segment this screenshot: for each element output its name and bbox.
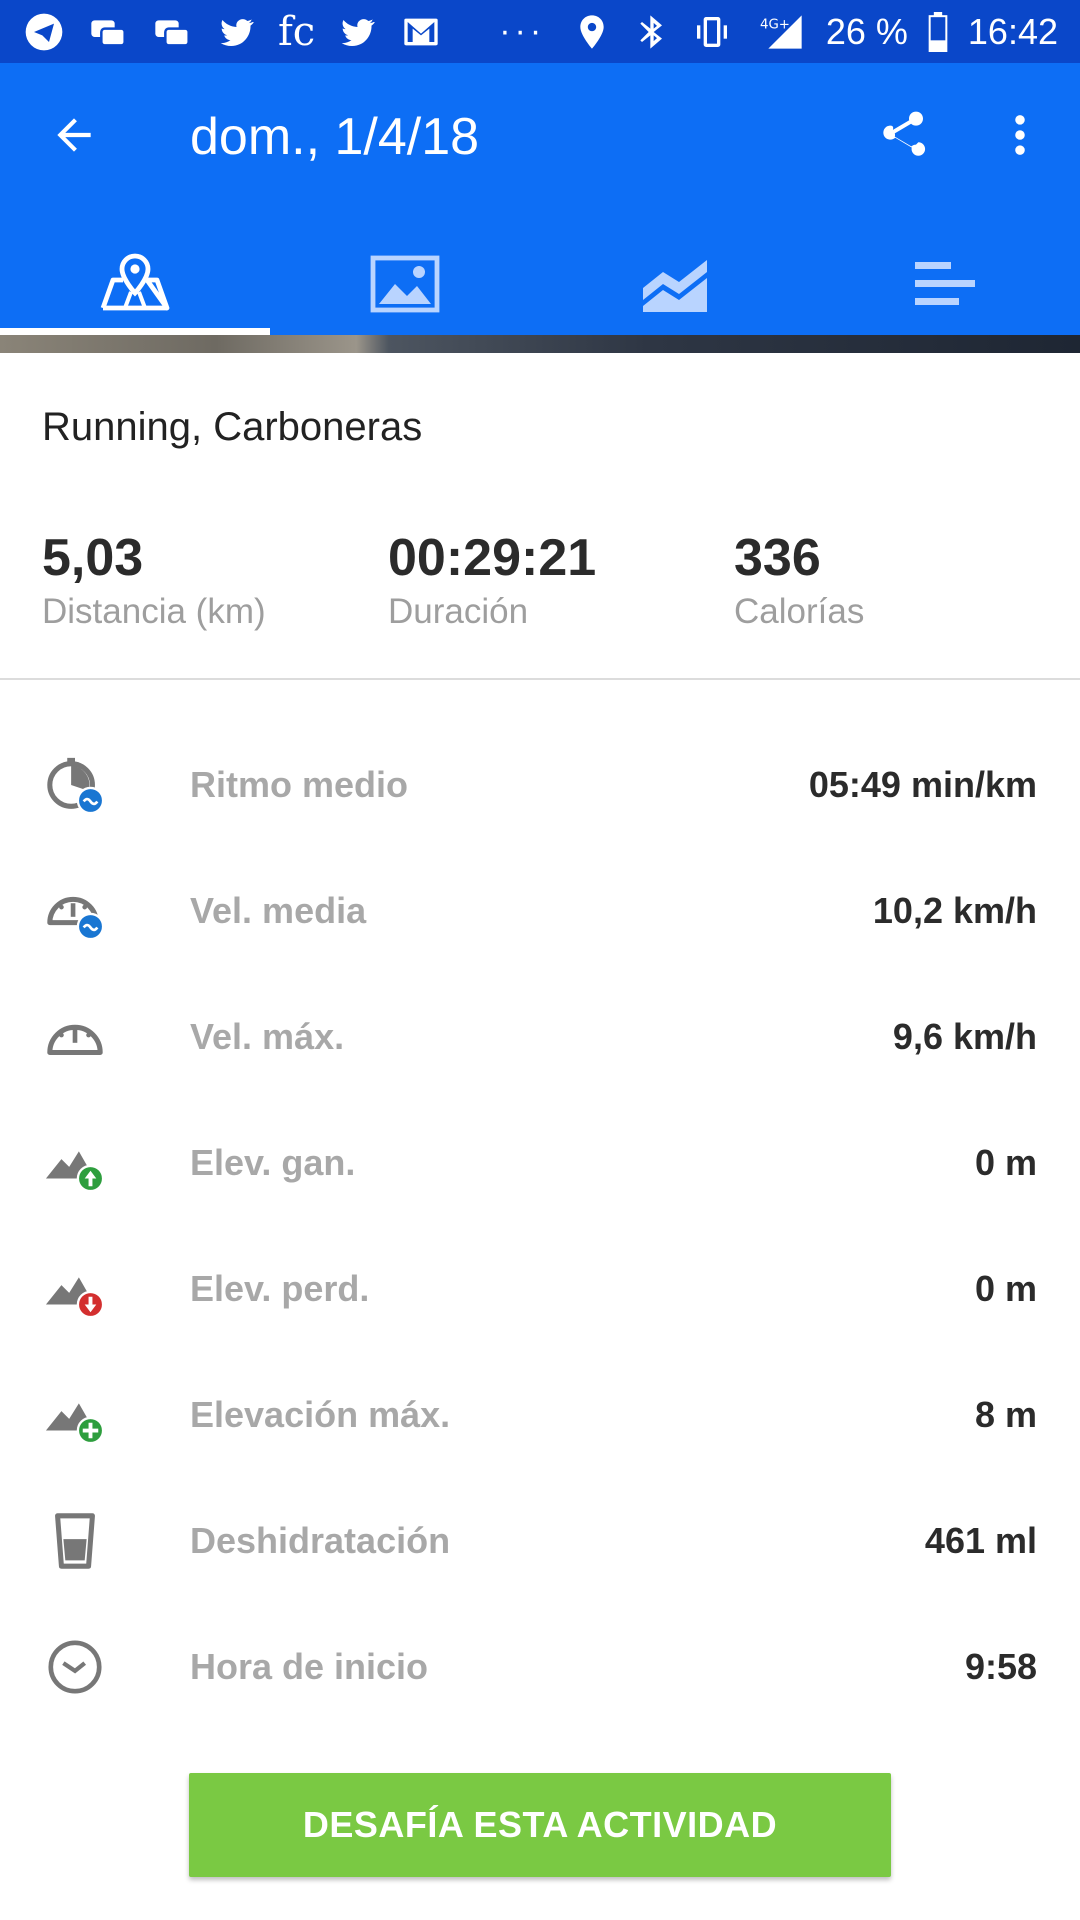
metric-value: 05:49 min/km xyxy=(808,764,1037,805)
status-bar: fc ··· 4G+ 26 % 16:42 xyxy=(0,0,1080,63)
metric-label: Vel. media xyxy=(190,890,367,931)
metric-row-elevation-max: Elevación máx. 8 m xyxy=(0,1354,1080,1480)
chart-icon xyxy=(643,260,707,312)
metric-value: 0 m xyxy=(974,1142,1037,1183)
back-button[interactable] xyxy=(40,101,108,169)
metric-value: 10,2 km/h xyxy=(872,890,1037,931)
vibrate-icon xyxy=(690,10,734,54)
more-options-button[interactable] xyxy=(990,101,1050,169)
location-icon xyxy=(570,10,614,54)
tab-bar xyxy=(0,233,1080,335)
elevation-max-icon xyxy=(44,1384,106,1446)
stat-label: Distancia (km) xyxy=(42,592,266,631)
share-icon xyxy=(883,111,926,156)
metric-label: Hora de inicio xyxy=(190,1646,429,1687)
battery-icon xyxy=(924,10,952,54)
metric-label: Vel. máx. xyxy=(190,1016,345,1057)
stat-value: 336 xyxy=(734,529,821,587)
photo-icon xyxy=(370,255,440,313)
more-vert-icon xyxy=(1015,115,1025,155)
metric-label: Elev. gan. xyxy=(190,1142,356,1183)
tab-details[interactable] xyxy=(810,233,1080,335)
dehydration-icon xyxy=(44,1510,106,1572)
signal-icon: 4G+ xyxy=(750,10,810,54)
bluetooth-icon xyxy=(630,10,674,54)
twitter-icon xyxy=(214,10,258,54)
arrow-back-icon xyxy=(57,118,91,152)
stat-duration: 00:29:21 Duración xyxy=(388,528,596,636)
avg-pace-icon xyxy=(44,754,106,816)
start-time-icon xyxy=(44,1636,106,1698)
tab-charts[interactable] xyxy=(540,233,810,335)
max-speed-icon xyxy=(44,1006,106,1068)
app-bar: dom., 1/4/18 xyxy=(0,63,1080,335)
gmail-icon xyxy=(399,10,443,54)
metric-value: 0 m xyxy=(974,1268,1037,1309)
challenge-activity-button[interactable]: DESAFÍA ESTA ACTIVIDAD xyxy=(189,1773,891,1877)
stat-label: Calorías xyxy=(734,592,865,631)
tab-map[interactable] xyxy=(0,233,270,335)
metric-row-dehydration: Deshidratación 461 ml xyxy=(0,1480,1080,1606)
stat-value: 00:29:21 xyxy=(388,529,597,587)
activity-name: Running, Carboneras xyxy=(42,405,423,449)
fc-icon: fc xyxy=(278,8,316,55)
stat-distance: 5,03 Distancia (km) xyxy=(42,528,266,636)
metric-value: 461 ml xyxy=(924,1520,1037,1561)
summary-stats: 5,03 Distancia (km) 00:29:21 Duración 33… xyxy=(0,528,1080,631)
divider xyxy=(0,678,1080,680)
metric-row-elevation-gain: Elev. gan. 0 m xyxy=(0,1102,1080,1228)
map-icon xyxy=(100,253,170,311)
svg-text:4G+: 4G+ xyxy=(760,17,790,32)
messenger-icon xyxy=(86,10,130,54)
elevation-loss-icon xyxy=(44,1258,106,1320)
metric-row-avg-pace: Ritmo medio 05:49 min/km xyxy=(0,724,1080,850)
metric-value: 9:58 xyxy=(964,1646,1037,1687)
elevation-gain-icon xyxy=(44,1132,106,1194)
stat-calories: 336 Calorías xyxy=(734,528,864,636)
more-notifications-icon: ··· xyxy=(499,12,546,50)
battery-percent: 26 % xyxy=(825,10,908,52)
page-title: dom., 1/4/18 xyxy=(190,108,480,166)
avg-speed-icon xyxy=(44,880,106,942)
tab-photos[interactable] xyxy=(270,233,540,335)
metric-label: Deshidratación xyxy=(190,1520,451,1561)
stat-value: 5,03 xyxy=(42,529,144,587)
stat-label: Duración xyxy=(388,592,529,631)
share-button[interactable] xyxy=(868,101,936,169)
metric-row-start-time: Hora de inicio 9:58 xyxy=(0,1606,1080,1732)
metric-label: Elev. perd. xyxy=(190,1268,370,1309)
metric-value: 8 m xyxy=(974,1394,1037,1435)
telegram-icon xyxy=(22,10,66,54)
clock: 16:42 xyxy=(967,10,1058,52)
list-icon xyxy=(915,262,975,305)
metric-label: Ritmo medio xyxy=(190,764,409,805)
twitter-icon xyxy=(335,10,379,54)
metric-value: 9,6 km/h xyxy=(892,1016,1037,1057)
messenger-icon xyxy=(150,10,194,54)
metric-row-avg-speed: Vel. media 10,2 km/h xyxy=(0,850,1080,976)
metrics-list: Ritmo medio 05:49 min/km Vel. media 10,2… xyxy=(0,724,1080,1732)
metric-row-max-speed: Vel. máx. 9,6 km/h xyxy=(0,976,1080,1102)
metric-row-elevation-loss: Elev. perd. 0 m xyxy=(0,1228,1080,1354)
metric-label: Elevación máx. xyxy=(190,1394,451,1435)
map-preview[interactable] xyxy=(0,335,1080,353)
